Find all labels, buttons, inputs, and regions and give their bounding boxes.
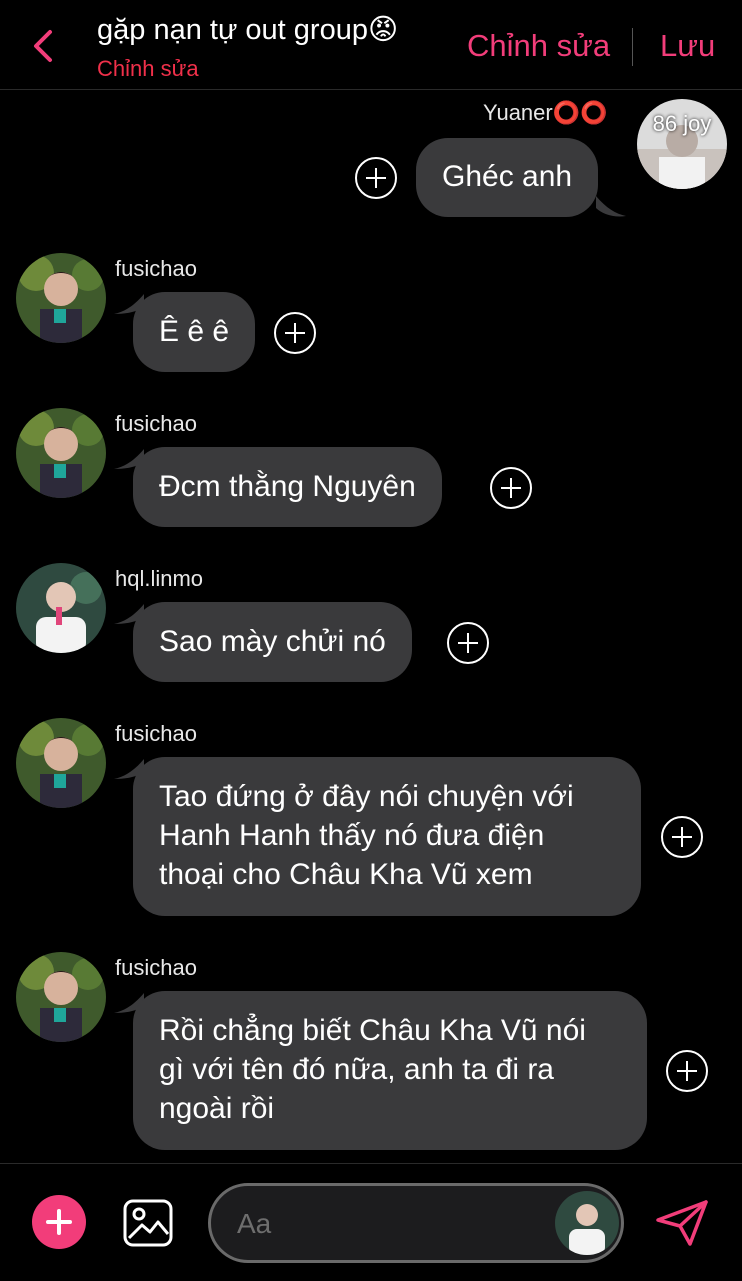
sender-name: hql.linmo — [115, 566, 204, 591]
angry-emoji: 😡 — [367, 14, 399, 46]
message-text-line: Hanh Hanh thấy nó đưa điện — [159, 819, 545, 852]
chevron-left-icon[interactable] — [28, 28, 58, 64]
save-button[interactable]: Lưu — [660, 28, 715, 64]
image-icon[interactable] — [122, 1198, 174, 1248]
message-bubble: Tao đứng ở đây nói chuyện với Hanh Hanh … — [133, 757, 641, 916]
message-text-line: gì với tên đó nữa, anh ta đi ra — [159, 1053, 554, 1086]
message-bubble: Rồi chẳng biết Châu Kha Vũ nói gì với tê… — [133, 991, 647, 1150]
sender-name: Yuaner⭕⭕ — [483, 100, 608, 125]
message-bubble: Sao mày chửi nó — [133, 602, 412, 682]
bubble-tail — [596, 196, 626, 217]
send-icon[interactable] — [654, 1198, 710, 1248]
composer-divider — [0, 1163, 742, 1164]
avatar[interactable] — [16, 952, 106, 1042]
chat-title: gặp nạn tự out group😡 — [97, 14, 399, 46]
message-text-line: Tao đứng ở đây nói chuyện với — [159, 780, 574, 813]
message-text: Sao mày chửi nó — [159, 625, 386, 658]
avatar[interactable] — [16, 718, 106, 808]
add-reaction-icon[interactable] — [355, 157, 397, 199]
message-bubble: Đcm thằng Nguyên — [133, 447, 442, 527]
sender-name: fusichao — [115, 411, 197, 436]
avatar[interactable] — [555, 1191, 619, 1255]
avatar[interactable] — [16, 563, 106, 653]
plus-icon[interactable] — [32, 1195, 86, 1249]
add-reaction-icon[interactable] — [661, 816, 703, 858]
chat-subtitle: Chỉnh sửa — [97, 56, 199, 81]
edit-button[interactable]: Chỉnh sửa — [467, 28, 610, 64]
sender-name: fusichao — [115, 955, 197, 980]
avatar[interactable]: 86 joy — [637, 99, 727, 189]
message-text: Đcm thằng Nguyên — [159, 470, 416, 503]
add-reaction-icon[interactable] — [490, 467, 532, 509]
sender-name: fusichao — [115, 721, 197, 746]
message-bubble: Ê ê ê — [133, 292, 256, 372]
avatar-overlay-label: 86 joy — [652, 111, 712, 136]
add-reaction-icon[interactable] — [666, 1050, 708, 1092]
message-text: Ê ê ê — [159, 315, 230, 348]
sender-name: fusichao — [115, 256, 197, 281]
message-text: Ghéc anh — [442, 160, 573, 193]
avatar[interactable] — [16, 408, 106, 498]
header-divider — [632, 28, 633, 66]
chat-header: gặp nạn tự out group😡 Chỉnh sửa Chỉnh sử… — [0, 0, 742, 90]
add-reaction-icon[interactable] — [447, 622, 489, 664]
message-text-line: Rồi chẳng biết Châu Kha Vũ nói — [159, 1014, 586, 1047]
add-reaction-icon[interactable] — [274, 312, 316, 354]
message-composer — [208, 1183, 624, 1263]
message-input[interactable] — [237, 1206, 537, 1242]
message-bubble: Ghéc anh — [416, 138, 599, 217]
message-text-line: ngoài rồi — [159, 1092, 275, 1125]
avatar[interactable] — [16, 253, 106, 343]
message-text-line: thoại cho Châu Kha Vũ xem — [159, 858, 533, 891]
